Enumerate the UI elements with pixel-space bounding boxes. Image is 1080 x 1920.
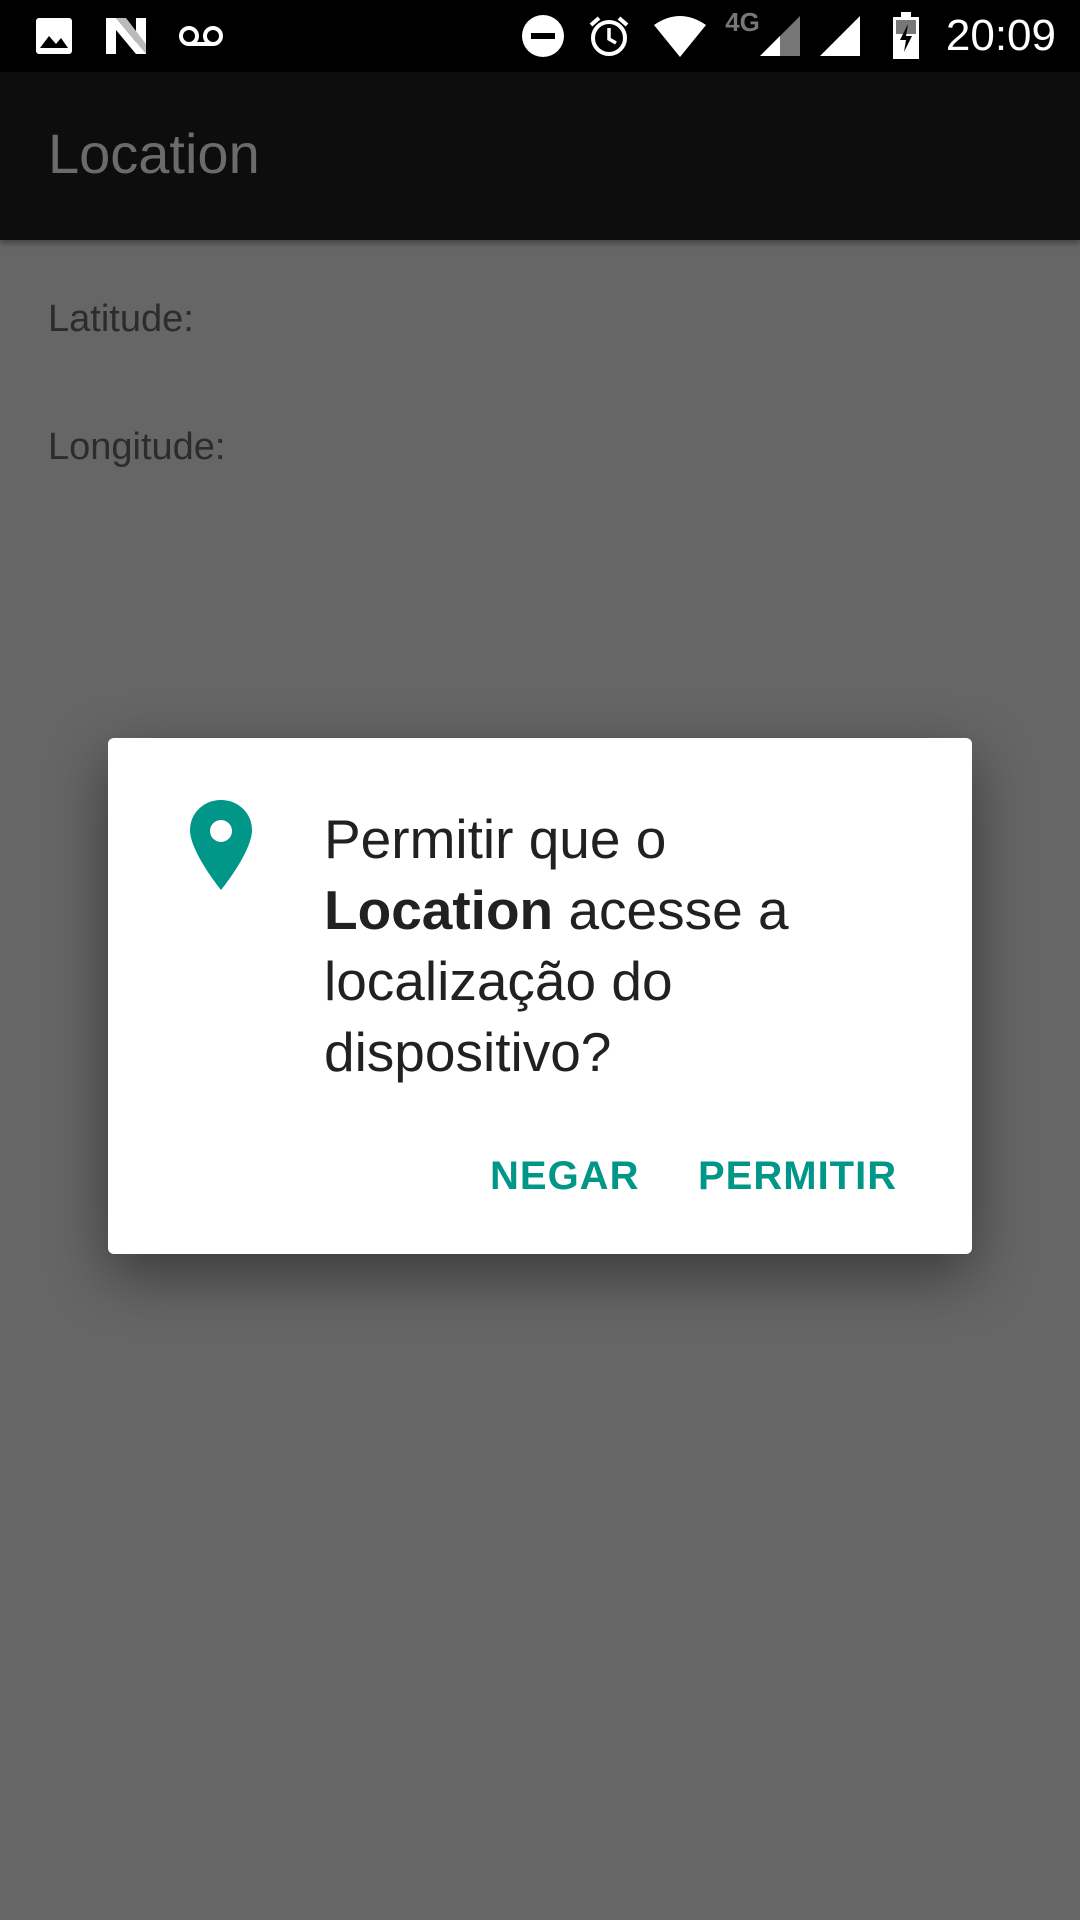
location-pin-icon <box>190 800 252 895</box>
signal-icon <box>818 14 862 58</box>
clock: 20:09 <box>945 11 1056 60</box>
voicemail-icon <box>178 24 224 48</box>
battery-charging-icon <box>892 12 920 60</box>
status-bar-system: 4G 20:09 <box>521 6 1056 64</box>
allow-button[interactable]: PERMITIR <box>698 1146 897 1206</box>
message-prefix: Permitir que o <box>324 808 667 870</box>
mobile-signal-icon <box>758 14 802 58</box>
image-icon <box>34 16 74 56</box>
app-bar: Location <box>0 72 1080 240</box>
longitude-label: Longitude: <box>48 426 226 468</box>
app-title: Location <box>48 122 260 185</box>
wifi-icon <box>653 15 707 57</box>
permission-message: Permitir que o Location acesse a localiza… <box>324 804 884 1088</box>
do-not-disturb-icon <box>521 14 565 58</box>
permission-dialog: Permitir que o Location acesse a localiza… <box>108 738 972 1254</box>
deny-button[interactable]: NEGAR <box>490 1146 639 1206</box>
alarm-icon <box>587 14 631 58</box>
n-logo-icon <box>104 16 148 56</box>
status-bar: 4G 20:09 <box>0 0 1080 72</box>
network-type-label: 4G <box>725 6 760 37</box>
app-name: Location <box>324 879 554 941</box>
latitude-label: Latitude: <box>48 298 194 340</box>
status-bar-notifications <box>34 12 224 60</box>
